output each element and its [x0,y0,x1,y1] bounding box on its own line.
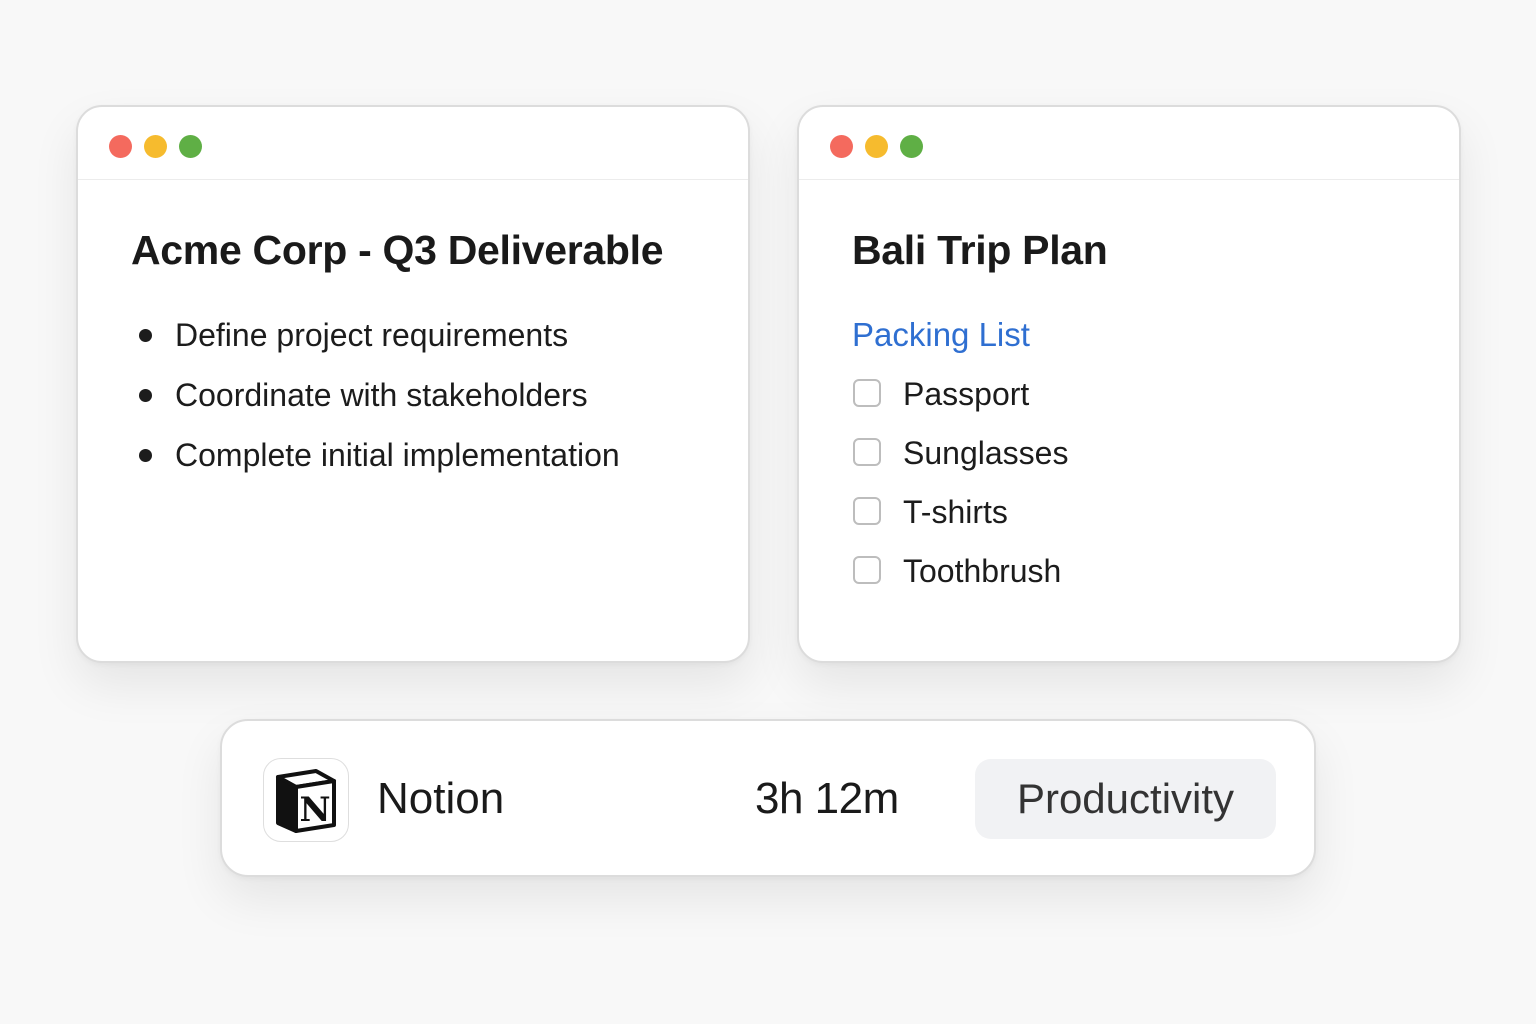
packing-list-link[interactable]: Packing List [852,305,1429,365]
minimize-window-button[interactable] [865,135,888,158]
checklist-item[interactable]: T-shirts [852,483,1429,542]
bali-content: Bali Trip Plan Packing List Passport Sun… [852,223,1429,601]
checkbox[interactable] [853,556,881,584]
bullet-icon [139,329,152,342]
checklist-item[interactable]: Toothbrush [852,542,1429,601]
bullet-text: Coordinate with stakeholders [175,377,588,413]
zoom-window-button[interactable] [179,135,202,158]
checklist-label: Sunglasses [903,435,1069,471]
bullet-item[interactable]: Complete initial implementation [131,425,718,485]
bullet-item[interactable]: Coordinate with stakeholders [131,365,718,425]
app-usage-card[interactable]: N Notion 3h 12m Productivity [220,719,1316,877]
minimize-window-button[interactable] [144,135,167,158]
checklist-item[interactable]: Passport [852,365,1429,424]
bullet-list: Define project requirements Coordinate w… [131,305,718,485]
bullet-icon [139,449,152,462]
close-window-button[interactable] [109,135,132,158]
close-window-button[interactable] [830,135,853,158]
notion-logo-icon: N [263,758,349,842]
window-titlebar [78,107,748,180]
zoom-window-button[interactable] [900,135,923,158]
checkbox[interactable] [853,379,881,407]
app-name: Notion [377,774,505,823]
svg-text:N: N [299,790,330,830]
acme-window: Acme Corp - Q3 Deliverable Define projec… [76,105,750,663]
bullet-text: Define project requirements [175,317,569,353]
bali-window: Bali Trip Plan Packing List Passport Sun… [797,105,1461,663]
page-title: Bali Trip Plan [852,227,1108,273]
checklist-label: Passport [903,376,1030,412]
bullet-text: Complete initial implementation [175,437,620,473]
checkbox[interactable] [853,438,881,466]
category-badge[interactable]: Productivity [975,759,1276,839]
page-title: Acme Corp - Q3 Deliverable [131,227,664,273]
bullet-item[interactable]: Define project requirements [131,305,718,365]
checklist: Passport Sunglasses T-shirts Toothbrush [852,365,1429,601]
checklist-label: T-shirts [903,494,1008,530]
checklist-item[interactable]: Sunglasses [852,424,1429,483]
acme-content: Acme Corp - Q3 Deliverable Define projec… [131,223,718,485]
bullet-icon [139,389,152,402]
usage-time: 3h 12m [755,774,899,823]
window-titlebar [799,107,1459,180]
screen: Acme Corp - Q3 Deliverable Define projec… [0,0,1536,1024]
checklist-label: Toothbrush [903,553,1062,589]
checkbox[interactable] [853,497,881,525]
